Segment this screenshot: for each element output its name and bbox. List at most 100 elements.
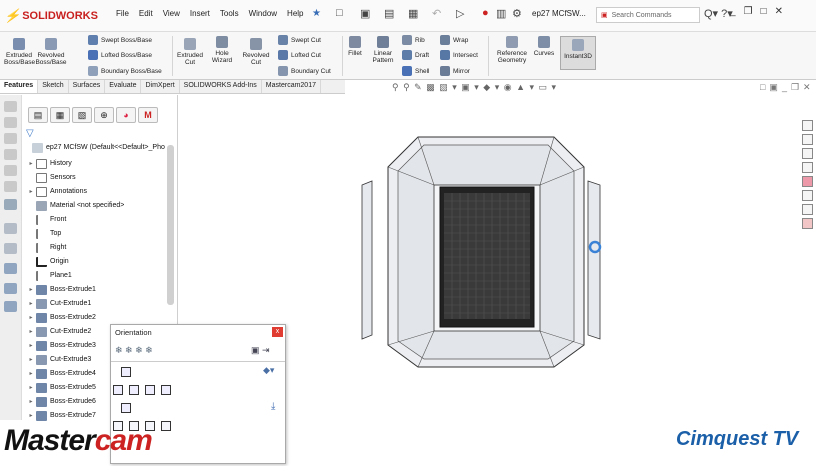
configuration-manager-icon[interactable]: ▧ [72,107,92,123]
mirror-button[interactable]: Mirror [440,66,470,76]
tree-item-right[interactable]: Right [26,241,176,254]
front-view-icon[interactable] [129,385,139,395]
tool-icon[interactable] [4,181,17,192]
tool-icon[interactable] [4,263,17,274]
tool-icon[interactable] [4,101,17,112]
tool-icon[interactable] [4,283,17,294]
swept-cut-button[interactable]: Swept Cut [278,35,321,45]
shell-button[interactable]: Shell [402,66,429,76]
mastercam-icon[interactable]: M [138,107,158,123]
normal-to-icon[interactable]: ⤓ [271,401,275,412]
tree-item-history[interactable]: ▸ History [26,157,176,170]
tool-icon[interactable] [4,149,17,160]
search-input[interactable]: ▣ Search Commands [596,7,700,23]
menu-tools[interactable]: Tools [220,9,239,18]
tool-icon[interactable] [4,301,17,312]
solidworks-logo[interactable]: ⚡ SOLIDWORKS [4,7,98,25]
fillet-button[interactable]: Fillet [344,36,366,57]
pin-icon[interactable]: ▣ ⇥ [251,345,270,356]
tree-item-cut-extrude1[interactable]: ▸ Cut-Extrude1 [26,297,176,310]
restore-icon[interactable]: ❐ [744,6,753,17]
tool-icon[interactable] [4,243,17,254]
left-view-icon[interactable] [113,385,123,395]
menu-window[interactable]: Window [249,9,277,18]
home-icon[interactable] [802,120,813,131]
tree-item-origin[interactable]: Origin [26,255,176,268]
filter-icon[interactable]: ▽ [26,128,34,139]
tab-solidworks-add-ins[interactable]: SOLIDWORKS Add-Ins [180,80,262,93]
menu-view[interactable]: View [163,9,180,18]
display-manager-icon[interactable]: ◕ [116,107,136,123]
menu-help[interactable]: Help [287,9,303,18]
tab-surfaces[interactable]: Surfaces [69,80,106,93]
rebuild-icon[interactable]: ● [482,7,489,19]
tool-icon[interactable] [4,199,17,210]
right-view-icon[interactable] [145,385,155,395]
tool-icon[interactable] [4,117,17,128]
boundary-boss-button[interactable]: Boundary Boss/Base [88,66,162,76]
new-document-icon[interactable]: □ [336,7,343,19]
instant3d-button[interactable]: Instant3D [560,36,596,70]
open-icon[interactable]: ▣ [360,7,370,20]
minimize-icon[interactable]: _ [730,6,736,17]
custom-properties-icon[interactable] [802,190,813,201]
hole-wizard-button[interactable]: Hole Wizard [208,36,236,64]
back-view-icon[interactable] [161,385,171,395]
close-button[interactable]: x [272,327,283,337]
resources-icon[interactable] [802,134,813,145]
tool-icon[interactable] [4,133,17,144]
tab-evaluate[interactable]: Evaluate [105,80,142,93]
tab-sketch[interactable]: Sketch [38,80,69,93]
tool-icon[interactable] [4,223,17,234]
tree-item-material[interactable]: Material <not specified> [26,199,176,212]
intersect-button[interactable]: Intersect [440,50,478,60]
four-view-icon[interactable] [161,421,171,431]
extruded-cut-button[interactable]: Extruded Cut [174,38,206,66]
tree-root[interactable]: ep27 MCfSW (Default<<Default>_Pho [22,141,172,154]
tree-item-front[interactable]: Front [26,213,176,226]
tool-icon[interactable] [4,165,17,176]
close-icon[interactable]: ✕ [775,6,783,17]
revolved-cut-button[interactable]: Revolved Cut [240,38,272,66]
design-library-icon[interactable] [802,148,813,159]
tree-item-boss-extrude2[interactable]: ▸ Boss-Extrude2 [26,311,176,324]
tree-item-annotations[interactable]: ▸ Annotations [26,185,176,198]
file-properties-icon[interactable]: ▥ [496,7,506,20]
menu-file[interactable]: File [116,9,129,18]
draft-button[interactable]: Draft [402,50,429,60]
menu-insert[interactable]: Insert [190,9,210,18]
tab-mastercam2017[interactable]: Mastercam2017 [262,80,321,93]
tree-item-sensors[interactable]: Sensors [26,171,176,184]
appearances-icon[interactable] [802,176,813,187]
tab-dimxpert[interactable]: DimXpert [141,80,180,93]
feature-tree-icon[interactable]: ▤ [28,107,48,123]
tab-features[interactable]: Features [0,80,39,93]
reference-geometry-button[interactable]: Reference Geometry [494,36,530,64]
bottom-view-icon[interactable] [121,403,131,413]
heads-up-view-toolbar[interactable]: ⚲ ⚲ ✎ ▩ ▧ ▾ ▣ ▾ ◆ ▾ ◉ ▲ ▾ ▭ ▾ [392,82,557,93]
forum-icon[interactable] [802,204,813,215]
mastercam-icon[interactable] [802,218,813,229]
maximize-icon[interactable]: □ [761,6,767,17]
view-selector-icon[interactable]: ◆▾ [263,365,274,376]
tree-scrollbar[interactable] [167,145,174,305]
dimxpert-icon[interactable]: ⊕ [94,107,114,123]
lofted-boss-button[interactable]: Lofted Boss/Base [88,50,152,60]
lofted-cut-button[interactable]: Lofted Cut [278,50,321,60]
tree-item-top[interactable]: Top [26,227,176,240]
extruded-boss-button[interactable]: Extruded Boss/Base [4,38,35,66]
tree-item-plane1[interactable]: Plane1 [26,269,176,282]
menu-edit[interactable]: Edit [139,9,153,18]
wrap-button[interactable]: Wrap [440,35,468,45]
select-icon[interactable]: ▷ [456,7,464,20]
view-tools-icon[interactable]: ❄ ❄ ❄ ❄ [115,345,153,356]
search-dropdown-icon[interactable]: Q▾ ?▾ [704,7,733,20]
revolved-boss-button[interactable]: Revolved Boss/Base [34,38,68,66]
file-explorer-icon[interactable] [802,162,813,173]
rib-button[interactable]: Rib [402,35,425,45]
swept-boss-button[interactable]: Swept Boss/Base [88,35,152,45]
print-icon[interactable]: ▦ [408,7,418,20]
viewport-controls[interactable]: □▣_❐✕ [760,82,815,93]
pin-icon[interactable]: ★ [312,8,321,19]
undo-icon[interactable]: ↶ [432,7,441,20]
